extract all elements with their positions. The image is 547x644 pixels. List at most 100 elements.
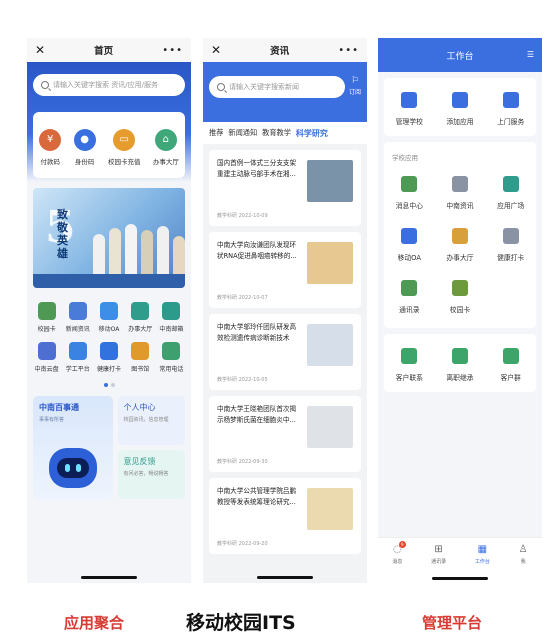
workbench-item-label: 客户群	[500, 374, 521, 382]
app-item[interactable]: 常用电话	[156, 342, 187, 373]
personal-title: 个人中心	[123, 403, 156, 412]
news-meta: 教学科研 2022-09-20	[217, 540, 268, 547]
workbench-item[interactable]: 客户群	[485, 348, 536, 382]
search-icon	[217, 83, 225, 91]
workbench-item-icon	[401, 228, 418, 244]
workbench-item-label: 客户联系	[395, 374, 423, 382]
workbench-item-label: 校园卡	[449, 306, 471, 314]
phone-home: ✕ 首页 ••• 请输入关键字搜索 资讯/应用/服务 ¥ 付款码 ● 身份码 ▭ 校园卡充…	[27, 38, 191, 583]
more-icon[interactable]: •••	[162, 45, 183, 56]
news-meta: 教学科研 2022-10-09	[217, 212, 268, 219]
workbench-item[interactable]: 通讯录	[384, 280, 435, 314]
feedback-sub: 有问必答，畅说畅答	[123, 471, 169, 477]
news-title: 中南大学公共管理学院吕鹏教授等发表统筹理论研究...	[217, 487, 297, 506]
app-label: 健康打卡	[96, 366, 121, 373]
feedback-card[interactable]: 意见反馈 有问必答，畅说畅答	[117, 450, 185, 499]
subscribe-button[interactable]: ⚐ 订阅	[349, 76, 361, 96]
news-meta: 教学科研 2022-10-05	[217, 376, 268, 383]
news-title: 国内首例一体式三分支支架重建主动脉弓部手术在湘...	[217, 159, 297, 178]
app-item[interactable]: 办事大厅	[125, 302, 156, 333]
news-item[interactable]: 中南大学王晓艳团队首次揭示杨梦斯氏菌在细胞炎中... 教学科研 2022-09-3…	[209, 396, 361, 472]
service-cards: 中南百事通 事事有所答 个人中心 校园资讯，信息管理 意见反馈 有问必答，畅说畅…	[27, 387, 191, 500]
more-icon[interactable]: •••	[338, 45, 359, 56]
quick-action[interactable]: ● 身份码	[73, 128, 96, 166]
caption-left: 应用聚合	[64, 614, 125, 632]
workbench-item[interactable]: 移动OA	[384, 228, 435, 262]
news-tab[interactable]: 推荐	[209, 128, 223, 138]
app-item[interactable]: 新闻资讯	[62, 302, 93, 333]
tab-3[interactable]: ♙ 我	[519, 544, 528, 565]
app-icon	[68, 302, 87, 320]
news-meta: 教学科研 2022-09-30	[217, 458, 268, 465]
personal-center-card[interactable]: 个人中心 校园资讯，信息管理	[117, 396, 185, 445]
workbench-item[interactable]: 校园卡	[435, 280, 486, 314]
news-thumbnail	[307, 324, 353, 366]
workbench-item[interactable]: 离职继承	[435, 348, 486, 382]
quick-action-label: 校园卡充值	[107, 157, 141, 166]
app-item[interactable]: 健康打卡	[93, 342, 124, 373]
customer-panel: 客户联系 离职继承 客户群	[384, 334, 536, 392]
news-list: 国内首例一体式三分支支架重建主动脉弓部手术在湘... 教学科研 2022-10-0…	[203, 150, 367, 554]
news-date: 2022-10-09	[237, 213, 268, 219]
quick-action-label: 办事大厅	[152, 157, 179, 166]
app-item[interactable]: 校园卡	[31, 302, 62, 333]
news-item[interactable]: 国内首例一体式三分支支架重建主动脉弓部手术在湘... 教学科研 2022-10-0…	[209, 150, 361, 226]
news-search-input[interactable]: 请输入关键字搜索新闻	[209, 76, 345, 98]
phone-news: ✕ 资讯 ••• 请输入关键字搜索新闻 ⚐ 订阅 推荐 新闻通知 教育教学 科学研究 …	[203, 38, 367, 583]
assistant-card[interactable]: 中南百事通 事事有所答	[33, 396, 113, 500]
workbench-item-icon	[451, 348, 468, 364]
app-item[interactable]: 中南云盘	[31, 342, 62, 373]
unread-badge: 9	[398, 541, 406, 548]
search-placeholder: 请输入关键字搜索新闻	[229, 83, 299, 91]
page-title: 工作台	[446, 51, 474, 62]
app-item[interactable]: 学工平台	[62, 342, 93, 373]
workbench-item-icon	[502, 92, 519, 108]
workbench-item-label: 上门服务	[497, 118, 525, 126]
tab-0[interactable]: ◌ 9 消息	[392, 541, 406, 565]
app-item[interactable]: 移动OA	[93, 302, 124, 333]
workbench-item[interactable]: 客户联系	[384, 348, 435, 382]
section-title: 学校应用	[392, 154, 418, 162]
workbench-item[interactable]: 添加应用	[435, 92, 486, 126]
quick-action[interactable]: ⌂ 办事大厅	[152, 128, 179, 166]
quick-action[interactable]: ¥ 付款码	[39, 128, 62, 166]
workbench-item-label: 添加应用	[446, 118, 474, 126]
news-thumbnail	[307, 160, 353, 202]
app-item[interactable]: 图书馆	[125, 342, 156, 373]
robot-icon	[49, 448, 97, 488]
tab-2[interactable]: ▦ 工作台	[475, 544, 490, 565]
workbench-item[interactable]: 管理学校	[384, 92, 435, 126]
news-header: 请输入关键字搜索新闻 ⚐ 订阅	[203, 62, 367, 122]
news-source: 教学科研	[217, 459, 238, 465]
workbench-item[interactable]: 中南资讯	[435, 176, 486, 210]
news-item[interactable]: 中南大学邬玲仟团队研发高效检测遗传病诊断新技术 教学科研 2022-10-05	[209, 314, 361, 390]
workbench-item-label: 中南资讯	[446, 202, 474, 210]
app-icon	[131, 342, 150, 360]
assistant-title: 中南百事通	[39, 403, 79, 412]
news-source: 教学科研	[217, 377, 238, 383]
news-item[interactable]: 中南大学向汝谦团队发现环状RNA促进鼻咽癌转移的... 教学科研 2022-10-…	[209, 232, 361, 308]
quick-action[interactable]: ▭ 校园卡充值	[107, 128, 141, 166]
close-icon[interactable]: ✕	[211, 43, 221, 57]
workbench-item[interactable]: 应用广场	[485, 176, 536, 210]
workbench-item[interactable]: 健康打卡	[485, 228, 536, 262]
news-tab[interactable]: 教育教学	[262, 128, 291, 138]
tab-icon: ◌ 9	[393, 541, 406, 555]
news-tab[interactable]: 科学研究	[296, 128, 328, 139]
news-topbar: ✕ 资讯 •••	[203, 38, 367, 62]
workbench-item[interactable]: 上门服务	[485, 92, 536, 126]
workbench-item-icon	[451, 176, 468, 192]
menu-icon[interactable]: ☰	[527, 50, 534, 59]
home-indicator	[432, 577, 488, 580]
workbench-item[interactable]: 办事大厅	[435, 228, 486, 262]
news-tab[interactable]: 新闻通知	[228, 128, 257, 138]
tab-1[interactable]: ⊞ 通讯录	[431, 544, 446, 565]
banner[interactable]: 5 致敬英雄	[33, 188, 185, 288]
quick-action-icon: ●	[73, 128, 96, 151]
close-icon[interactable]: ✕	[35, 43, 45, 57]
workbench-item[interactable]: 消息中心	[384, 176, 435, 210]
search-input[interactable]: 请输入关键字搜索 资讯/应用/服务	[33, 74, 185, 96]
news-item[interactable]: 中南大学公共管理学院吕鹏教授等发表统筹理论研究... 教学科研 2022-09-2…	[209, 478, 361, 554]
app-icon	[37, 302, 56, 320]
app-item[interactable]: 中南邮箱	[156, 302, 187, 333]
